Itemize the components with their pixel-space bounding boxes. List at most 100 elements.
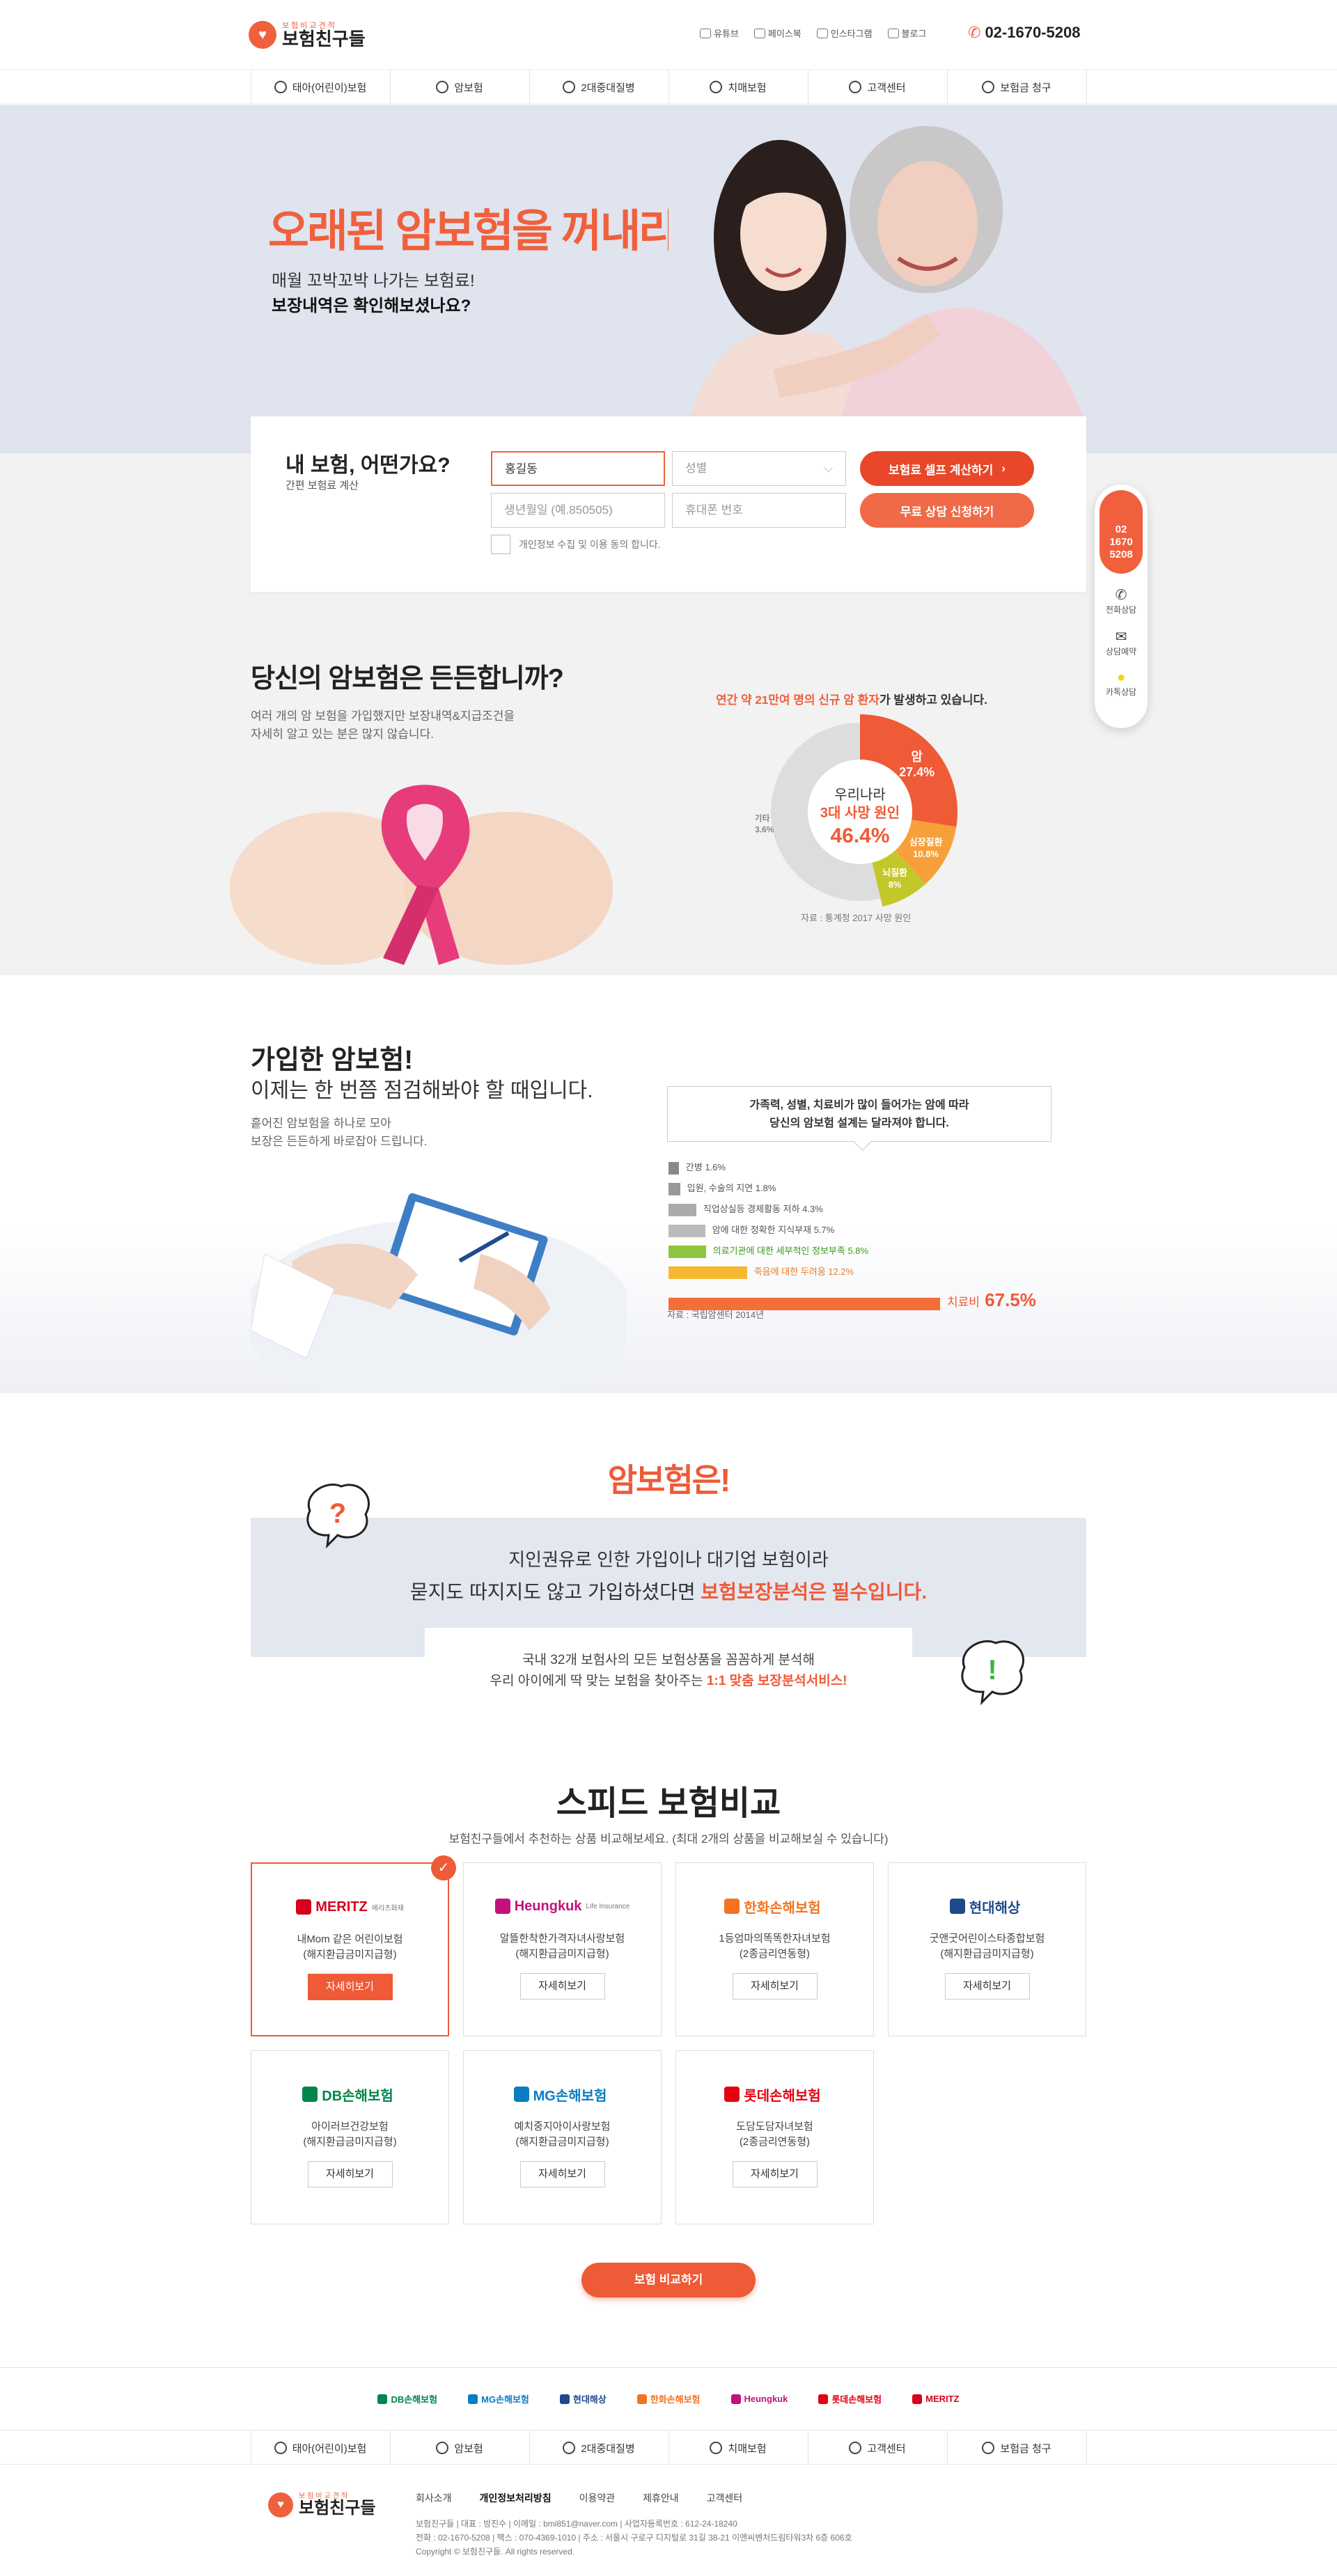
product-name: 도담도담자녀보험 (2종금리연동형) xyxy=(676,2119,873,2150)
sns-facebook-link[interactable]: 페이스북 xyxy=(753,26,802,40)
youtube-icon xyxy=(700,29,711,38)
hero-text: 매월 꼬박꼬박 나가는 보험료! 보장내역은 확인해보셨나요? xyxy=(272,269,475,319)
info-box: 가족력, 성별, 치료비가 많이 들어가는 암에 따라 당신의 암보험 설계는 달… xyxy=(667,1086,1051,1142)
section4-title: 암보험은! xyxy=(607,1462,731,1498)
bar-row: 직업상실등 경제활동 저하 4.3% xyxy=(668,1202,823,1216)
blog-icon xyxy=(887,29,899,38)
nav-label: 암보험 xyxy=(454,81,483,94)
pie-center-text-3: 46.4% xyxy=(830,824,889,847)
footer-nav-support[interactable]: 고객센터 xyxy=(808,2430,948,2465)
headset-icon xyxy=(849,2442,862,2454)
gender-select[interactable]: 성별 ⌵ xyxy=(672,451,846,486)
bar-label: 암에 대한 정확한 지식부재 5.7% xyxy=(712,1225,835,1235)
nav-label: 치매보험 xyxy=(728,81,767,94)
birth-input[interactable]: 생년월일 (예.850505) xyxy=(491,493,665,528)
section-check-insurance: 가입한 암보험! 이제는 한 번쯤 점검해봐야 할 때입니다. 흩어진 암보험을… xyxy=(0,975,1337,1414)
sns-instagram-link[interactable]: 인스타그램 xyxy=(816,26,873,40)
detail-button[interactable]: 자세히보기 xyxy=(732,1973,818,2000)
footer-copyright: Copyright © 보험친구들. All rights reserved. xyxy=(416,2547,575,2557)
section4-line1: 지인권유로 인한 가입이나 대기업 보험이라 xyxy=(508,1549,829,1570)
pen-icon xyxy=(563,2442,576,2454)
sns-blog-link[interactable]: 블로그 xyxy=(887,26,927,40)
partner-name: MERITZ xyxy=(925,2394,960,2404)
insurer-mark-icon xyxy=(949,1899,965,1914)
header-phone[interactable]: ✆ 02-1670-5208 xyxy=(968,24,1080,42)
product-card[interactable]: 현대해상 굿앤굿어린이스타종합보험 (해지환급금미지급형) 자세히보기 xyxy=(888,1862,1086,2036)
nav-label: 고객센터 xyxy=(867,81,906,94)
name-input[interactable]: 홍길동 xyxy=(491,451,665,486)
check-icon[interactable]: ✓ xyxy=(431,1855,456,1880)
site-logo[interactable]: ♥ 보험비교견적 보험친구들 xyxy=(249,21,366,49)
footer-nav-baby[interactable]: 태아(어린이)보험 xyxy=(251,2430,391,2465)
product-card[interactable]: ✓ MERITZ 메리츠화재 내Mom 같은 어린이보험 (해지환급금미지급형) 자세히보… xyxy=(251,1855,456,2036)
hero-banner: 오래된 암보험을 꺼내라! 매월 꼬박꼬박 나가는 보험료! 보장내역은 확인해보… xyxy=(0,105,1337,453)
compare-button[interactable]: 보험 비교하기 xyxy=(581,2263,756,2298)
nav-item-disease[interactable]: 2대중대질병 xyxy=(530,70,669,104)
nav-item-claim[interactable]: 보험금 청구 xyxy=(948,70,1087,104)
sns-label: 블로그 xyxy=(901,29,927,39)
partner-logo: 롯데손해보험 xyxy=(818,2392,882,2405)
nav-item-support[interactable]: 고객센터 xyxy=(808,70,948,104)
facebook-icon xyxy=(753,29,765,38)
footer-link-terms[interactable]: 이용약관 xyxy=(579,2491,616,2505)
insurer-logo: MG손해보험 xyxy=(464,2079,661,2110)
footer-nav-disease[interactable]: 2대중대질병 xyxy=(530,2430,669,2465)
bar-row: 암에 대한 정확한 지식부재 5.7% xyxy=(668,1223,835,1237)
footer-link-partner[interactable]: 제휴안내 xyxy=(643,2491,679,2505)
detail-button[interactable]: 자세히보기 xyxy=(519,1973,605,2000)
insurer-brand-sub: 메리츠화재 xyxy=(371,1904,404,1913)
product-card[interactable]: MG손해보험 예치중지아이사랑보험 (해지환급금미지급형) 자세히보기 xyxy=(463,2050,662,2224)
chevron-down-icon: ⌵ xyxy=(824,462,833,475)
phone-input[interactable]: 휴대폰 번호 xyxy=(672,493,846,528)
product-name-line2: (2종금리연동형) xyxy=(739,2136,811,2148)
bar-label: 간병 1.6% xyxy=(685,1162,726,1172)
partner-logo: 한화손해보험 xyxy=(636,2392,701,2405)
insurer-brand: DB손해보험 xyxy=(322,2088,393,2104)
footer-nav-dementia[interactable]: 치매보험 xyxy=(669,2430,808,2465)
product-name-line2: (2종금리연동형) xyxy=(739,1948,811,1960)
quick-tel[interactable]: 02 1670 5208 xyxy=(1100,490,1143,574)
hero-line1: 매월 꼬박꼬박 나가는 보험료! xyxy=(272,272,475,290)
footer-logo[interactable]: ♥ 보험비교견적 보험친구들 xyxy=(268,2492,375,2518)
consult-button[interactable]: 무료 상담 신청하기 xyxy=(860,493,1034,528)
baby-icon xyxy=(274,81,287,93)
product-name-line1: 예치중지아이사랑보험 xyxy=(514,2121,611,2133)
pie-source: 자료 : 통계청 2017 사망 원인 xyxy=(801,913,912,923)
section2-desc2: 자세히 알고 있는 분은 많지 않습니다. xyxy=(251,728,434,741)
footer-nav-claim[interactable]: 보험금 청구 xyxy=(948,2430,1087,2465)
nav-item-cancer[interactable]: 암보험 xyxy=(391,70,530,104)
calc-button[interactable]: 보험료 셀프 계산하기 › xyxy=(860,451,1034,486)
footer-nav-cancer[interactable]: 암보험 xyxy=(391,2430,530,2465)
bar-source: 자료 : 국립암센터 2014년 xyxy=(667,1310,765,1320)
detail-button[interactable]: 자세히보기 xyxy=(307,1974,393,2000)
partner-name: 롯데손해보험 xyxy=(831,2394,882,2405)
baby-icon xyxy=(274,2442,287,2454)
sns-youtube-link[interactable]: 유튜브 xyxy=(700,26,739,40)
hero-photo xyxy=(668,105,1086,453)
bar-row: 죽음에 대한 두려움 12.2% xyxy=(668,1264,854,1279)
virus-icon xyxy=(436,81,449,93)
product-card[interactable]: 롯데손해보험 도담도담자녀보험 (2종금리연동형) 자세히보기 xyxy=(675,2050,874,2224)
partner-logos: DB손해보험 MG손해보험 현대해상 한화손해보험 Heungkuk 롯데손해보험 MERI… xyxy=(0,2367,1337,2430)
detail-button[interactable]: 자세히보기 xyxy=(732,2161,818,2188)
product-card[interactable]: Heungkuk Life Insurance 알뜰한착한가격자녀사랑보험 (해지환급… xyxy=(463,1862,662,2036)
footer-link-privacy[interactable]: 개인정보처리방침 xyxy=(480,2491,552,2505)
product-name-line2: (해지환급금미지급형) xyxy=(303,2136,397,2148)
detail-button[interactable]: 자세히보기 xyxy=(519,2161,605,2188)
detail-button[interactable]: 자세히보기 xyxy=(944,1973,1030,2000)
footer-link-company[interactable]: 회사소개 xyxy=(416,2491,452,2505)
detail-button[interactable]: 자세히보기 xyxy=(307,2161,393,2188)
insurer-mark-icon xyxy=(513,2087,529,2102)
sns-label: 유튜브 xyxy=(714,29,739,39)
insurer-mark-icon xyxy=(724,1899,740,1914)
product-card[interactable]: 한화손해보험 1등엄마의똑똑한자녀보험 (2종금리연동형) 자세히보기 xyxy=(675,1862,874,2036)
nav-item-dementia[interactable]: 치매보험 xyxy=(669,70,808,104)
section3-desc2: 보장은 든든하게 바로잡아 드립니다. xyxy=(251,1135,428,1148)
pie-label-value: 53.6% xyxy=(756,824,774,834)
nav-item-baby[interactable]: 태아(어린이)보험 xyxy=(251,70,391,104)
product-card[interactable]: DB손해보험 아이러브건강보험 (해지환급금미지급형) 자세히보기 xyxy=(251,2050,449,2224)
pie-label-value: 27.4% xyxy=(899,765,935,779)
partner-name: 현대해상 xyxy=(572,2394,607,2405)
agree-checkbox[interactable]: 개인정보 수집 및 이용 동의 합니다. xyxy=(491,535,661,554)
footer-link-support[interactable]: 고객센터 xyxy=(707,2491,743,2505)
